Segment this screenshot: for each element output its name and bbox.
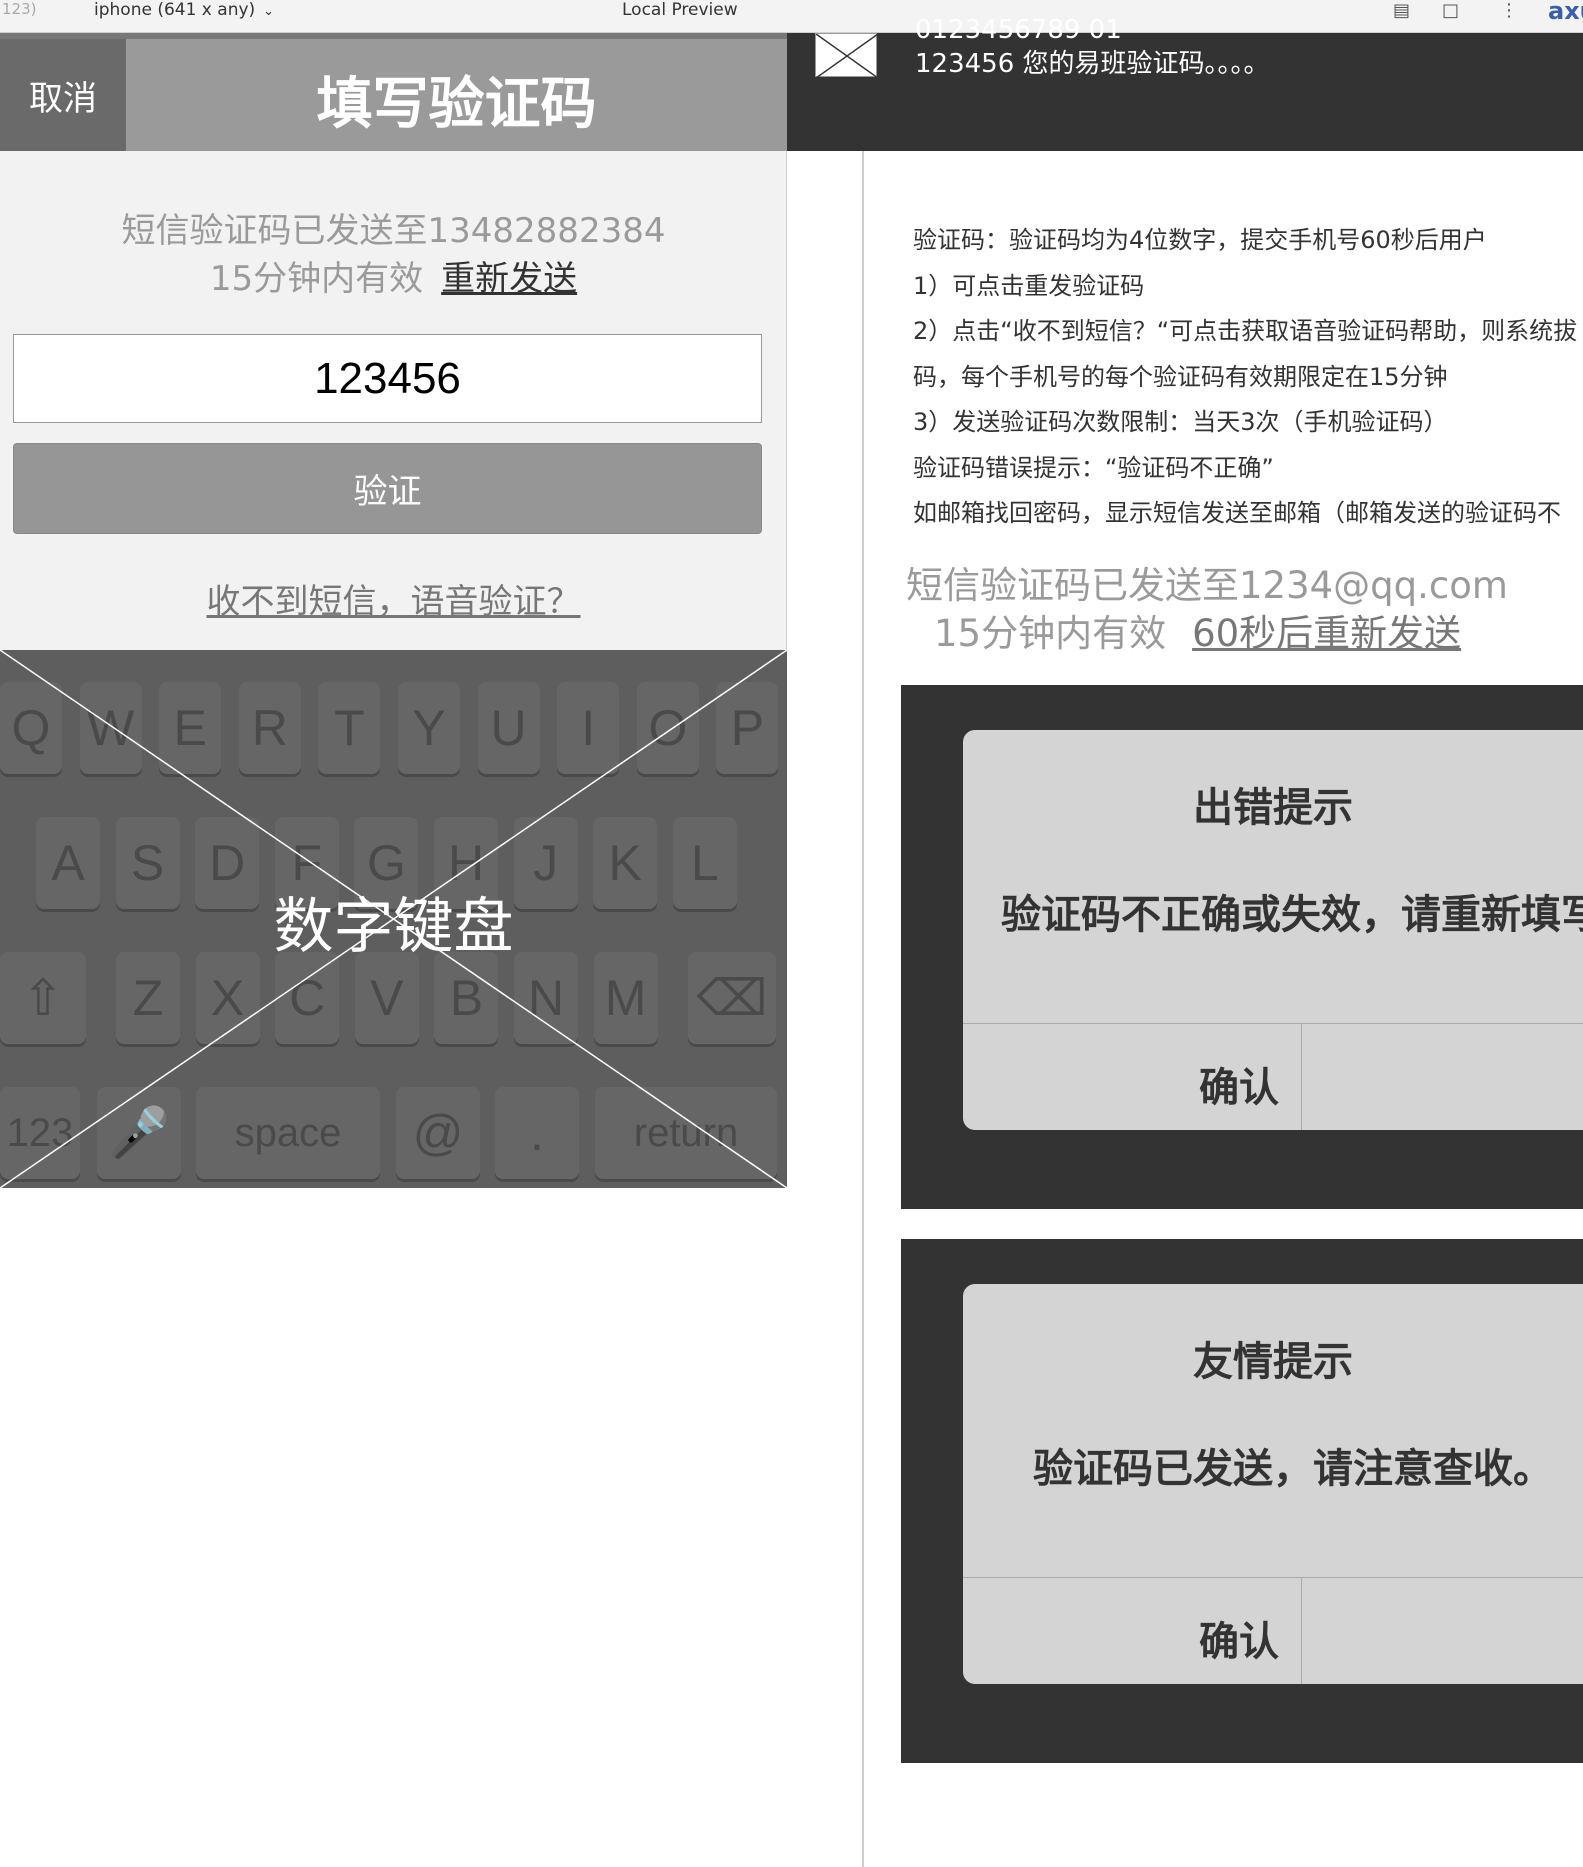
note-line: 验证码：验证码均为4位数字，提交手机号60秒后用户: [913, 226, 1487, 254]
phone-screen: 取消 填写验证码 短信验证码已发送至13482882384 15分钟内有效 重新发…: [0, 33, 787, 1188]
verify-button[interactable]: 验证: [13, 443, 762, 534]
validity-line: 15分钟内有效 重新发送: [0, 251, 787, 300]
sms-cut-line: 0123456789 01: [915, 15, 1122, 45]
export-icon[interactable]: □: [1442, 0, 1459, 21]
note-line: 验证码错误提示：“验证码不正确”: [913, 453, 1274, 482]
voice-verify-link[interactable]: 收不到短信，语音验证？: [0, 574, 787, 623]
verify-form: 短信验证码已发送至13482882384 15分钟内有效重新发送 验证 收不到短…: [0, 151, 787, 650]
dialog-message: 验证码已发送，请注意查收。: [1033, 1446, 1553, 1492]
dialog-title: 友情提示: [1193, 1339, 1353, 1385]
email-sent-to-text: 短信验证码已发送至1234@qq.com: [906, 564, 1508, 607]
sms-preview: 0123456789 01 123456 您的易班验证码。。。。: [787, 15, 1583, 151]
numeric-keyboard-placeholder[interactable]: QWERTYUIOP ASDFGHJKL ⇧ ⌫ ZXCVBNM 123 🎤 s…: [0, 650, 787, 1188]
dialog-title: 出错提示: [1193, 785, 1353, 831]
error-dialog: 出错提示 验证码不正确或失效，请重新填写 确认: [963, 730, 1583, 1130]
validity-text: 15分钟内有效: [209, 259, 424, 299]
preview-toolbar: 123) iphone (641 x any) ⌄ Local Preview ▤…: [0, 0, 1583, 33]
note-line: 1）可点击重发验证码: [913, 271, 1145, 300]
note-line: 3）发送验证码次数限制：当天3次（手机验证码）: [913, 408, 1448, 436]
device-selector[interactable]: iphone (641 x any) ⌄: [94, 0, 274, 20]
email-resend-link[interactable]: 60秒后重新发送: [1192, 612, 1461, 655]
page-title: 填写验证码: [316, 71, 597, 137]
notes-icon[interactable]: ▤: [1393, 0, 1410, 21]
confirm-button[interactable]: 确认: [919, 1609, 1559, 1667]
email-validity-text: 15分钟内有效: [934, 612, 1167, 655]
more-icon[interactable]: ⋮: [1500, 0, 1518, 21]
nav-bar: 取消 填写验证码: [0, 33, 787, 151]
info-dialog: 友情提示 验证码已发送，请注意查收。 确认: [963, 1284, 1583, 1684]
dialog-separator: [963, 1023, 1583, 1024]
info-dialog-overlay: 友情提示 验证码已发送，请注意查收。 确认: [901, 1239, 1583, 1763]
confirm-button[interactable]: 确认: [919, 1055, 1559, 1113]
scroll-indicator: 123): [2, 0, 37, 18]
email-validity-line: 15分钟内有效 60秒后重新发送: [934, 603, 1461, 657]
dialog-message: 验证码不正确或失效，请重新填写: [1001, 892, 1583, 938]
code-input[interactable]: [13, 334, 762, 423]
dialog-separator: [963, 1577, 1583, 1578]
image-placeholder-icon: [815, 33, 879, 79]
keyboard-label: 数字键盘: [273, 892, 514, 962]
error-dialog-overlay: 出错提示 验证码不正确或失效，请重新填写 确认: [901, 685, 1583, 1209]
sms-message: 123456 您的易班验证码。。。。: [915, 49, 1270, 79]
note-line: 如邮箱找回密码，显示短信发送至邮箱（邮箱发送的验证码不: [913, 499, 1561, 527]
note-line: 2）点击“收不到短信？“可点击获取语音验证码帮助，则系统拔: [913, 317, 1578, 345]
spec-notes: 验证码：验证码均为4位数字，提交手机号60秒后用户 1）可点击重发验证码 2）点…: [913, 218, 1583, 537]
resend-link[interactable]: 重新发送: [441, 259, 577, 299]
device-label: iphone (641 x any): [94, 0, 256, 20]
note-line: 码，每个手机号的每个验证码有效期限定在15分钟: [913, 362, 1448, 391]
sent-to-text: 短信验证码已发送至13482882384: [121, 211, 666, 251]
brand-logo: axu: [1548, 0, 1583, 25]
vertical-divider: [862, 151, 864, 1867]
chevron-down-icon: ⌄: [263, 4, 275, 19]
preview-label: Local Preview: [622, 0, 738, 20]
cancel-button[interactable]: 取消: [0, 39, 126, 151]
